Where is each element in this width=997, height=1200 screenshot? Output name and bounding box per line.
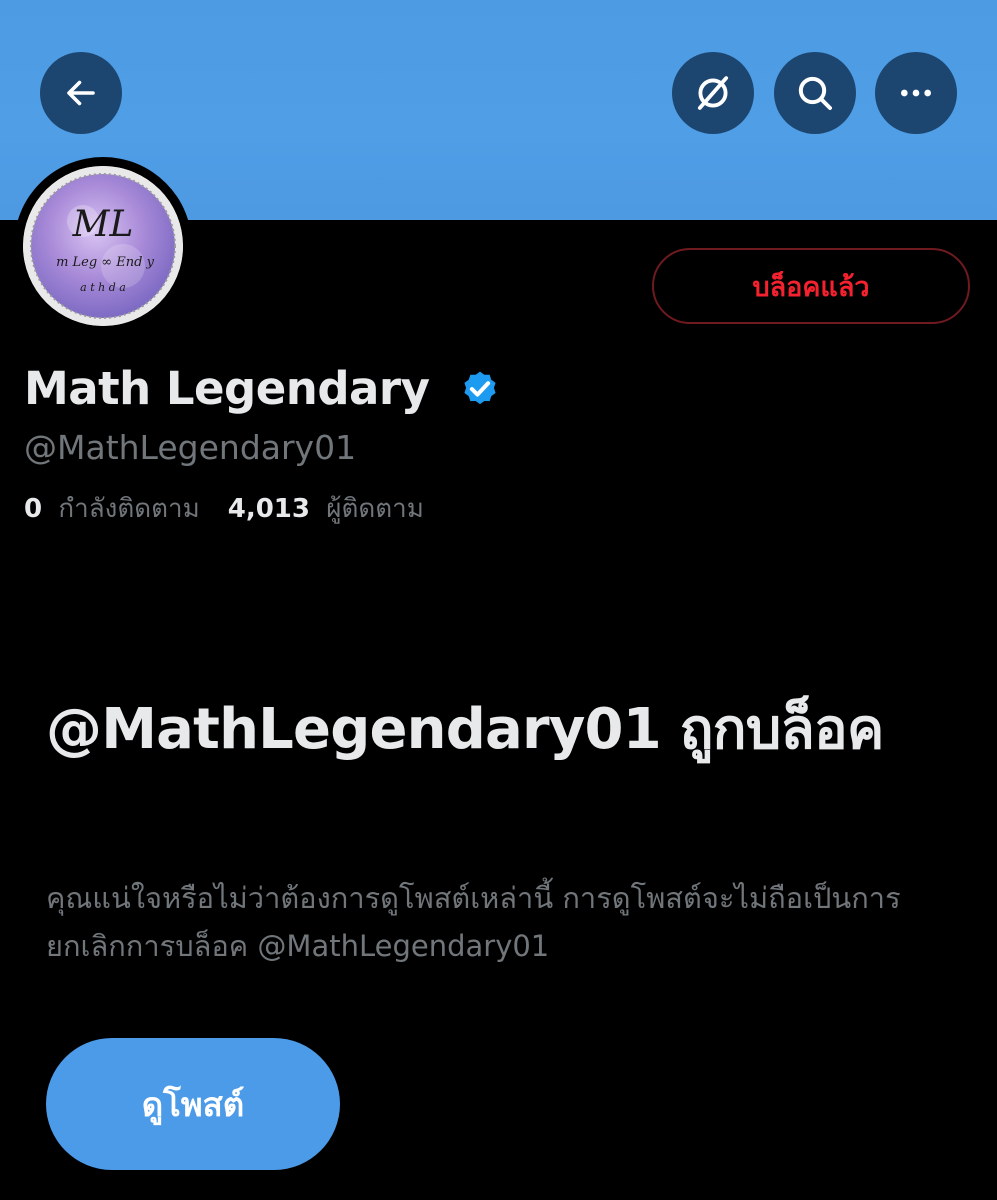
verified-badge-icon <box>464 371 496 405</box>
more-horizontal-icon <box>901 89 931 97</box>
avatar-sub-text-2: a t h d a <box>80 281 126 294</box>
back-button[interactable] <box>40 52 122 134</box>
followers-label: ผู้ติดตาม <box>326 494 424 524</box>
grok-icon <box>697 76 729 110</box>
view-posts-button[interactable]: ดูโพสต์ <box>46 1038 340 1170</box>
search-button[interactable] <box>774 52 856 134</box>
avatar[interactable]: ML m Leg ∞ End y a t h d a <box>23 166 183 326</box>
search-icon <box>798 76 832 110</box>
profile-page: ML m Leg ∞ End y a t h d a บล็อคแล้ว Mat… <box>0 0 997 1200</box>
followers-link[interactable]: 4,013 ผู้ติดตาม <box>228 488 424 529</box>
following-link[interactable]: 0 กำลังติดตาม <box>24 488 200 529</box>
avatar-logo-image: ML m Leg ∞ End y a t h d a <box>23 166 183 326</box>
grok-button[interactable] <box>672 52 754 134</box>
arrow-left-icon <box>67 80 95 106</box>
following-count: 0 <box>24 494 43 524</box>
following-label: กำลังติดตาม <box>58 494 200 524</box>
followers-count: 4,013 <box>227 494 310 524</box>
profile-handle: @MathLegendary01 <box>24 428 357 467</box>
display-name: Math Legendary <box>24 361 430 415</box>
follow-stats: 0 กำลังติดตาม 4,013 ผู้ติดตาม <box>24 488 424 529</box>
avatar-main-text: ML <box>72 204 134 245</box>
blocked-notice-title: @MathLegendary01 ถูกบล็อค <box>46 697 884 762</box>
blocked-button[interactable]: บล็อคแล้ว <box>652 248 970 324</box>
blocked-notice-description: คุณแน่ใจหรือไม่ว่าต้องการดูโพสต์เหล่านี้… <box>46 881 901 963</box>
more-button[interactable] <box>875 52 957 134</box>
avatar-sub-text: m Leg ∞ End y <box>56 255 155 270</box>
